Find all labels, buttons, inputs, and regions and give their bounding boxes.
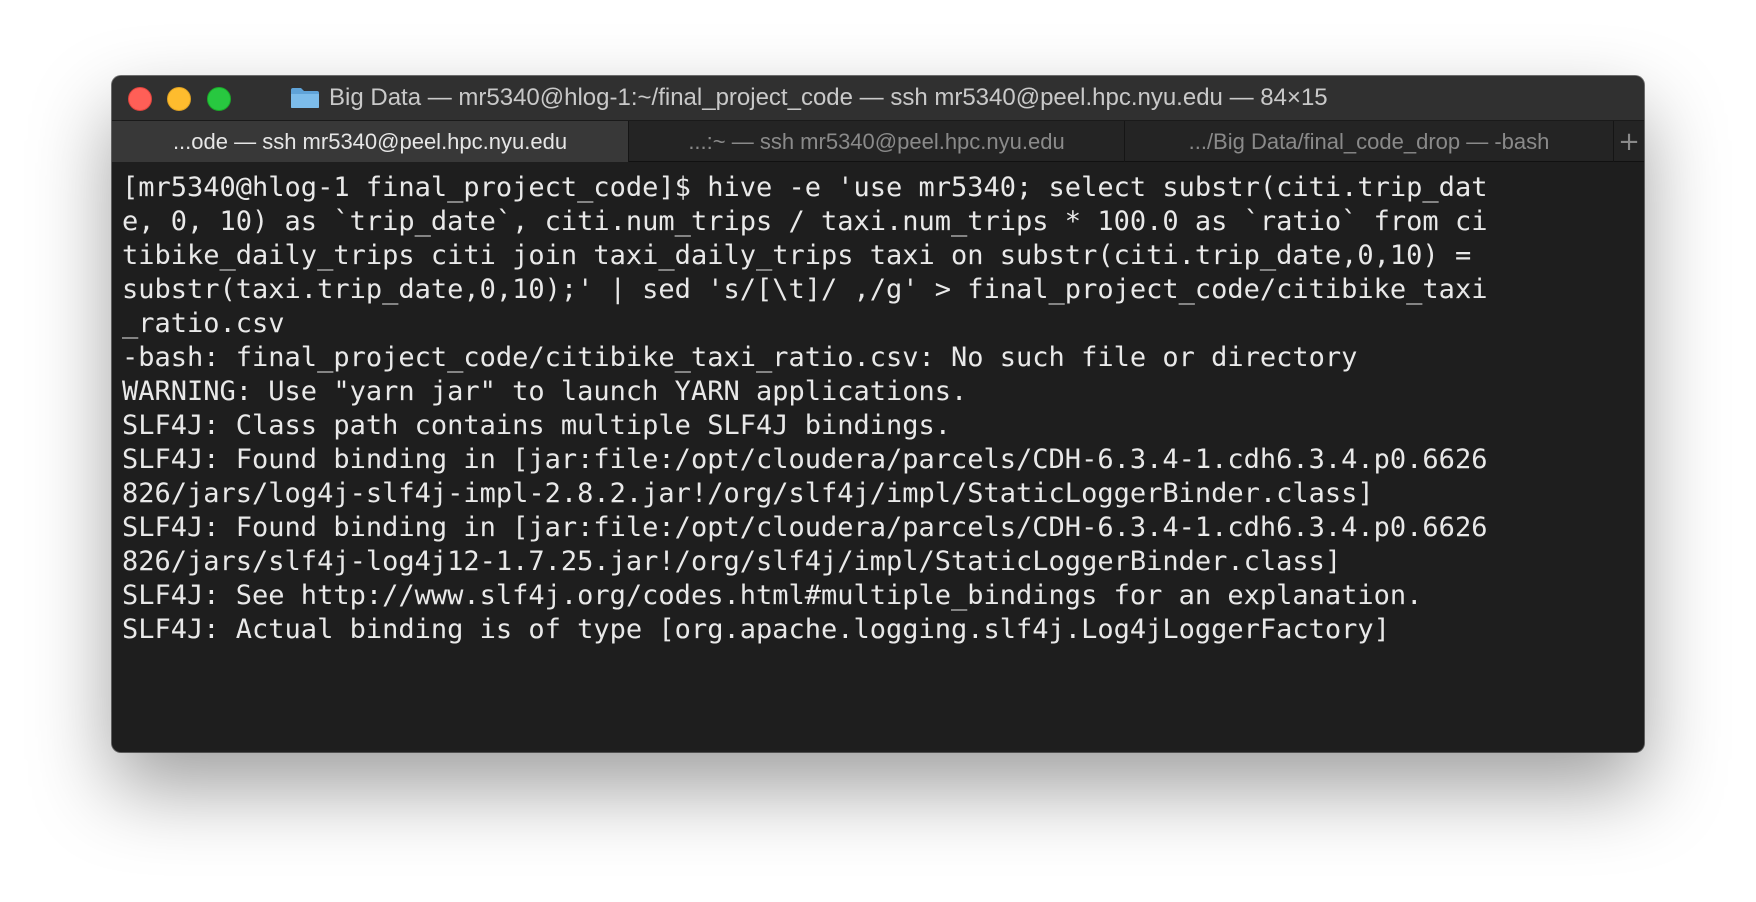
terminal-line: -bash: final_project_code/citibike_taxi_… <box>122 342 1358 373</box>
tab-bar: ...ode — ssh mr5340@peel.hpc.nyu.edu ...… <box>112 120 1644 162</box>
terminal-line: SLF4J: See http://www.slf4j.org/codes.ht… <box>122 580 1423 611</box>
terminal-line: 826/jars/slf4j-log4j12-1.7.25.jar!/org/s… <box>122 546 1342 577</box>
title-bar[interactable]: Big Data — mr5340@hlog-1:~/final_project… <box>112 76 1644 120</box>
folder-icon <box>291 88 319 108</box>
tab-final-code-drop[interactable]: .../Big Data/final_code_drop — -bash <box>1125 121 1614 162</box>
tab-label: ...:~ — ssh mr5340@peel.hpc.nyu.edu <box>688 128 1065 154</box>
terminal-line: SLF4J: Class path contains multiple SLF4… <box>122 410 952 441</box>
tab-label: ...ode — ssh mr5340@peel.hpc.nyu.edu <box>172 128 568 154</box>
tab-home[interactable]: ...:~ — ssh mr5340@peel.hpc.nyu.edu <box>629 121 1125 162</box>
plus-icon: + <box>1618 126 1640 157</box>
terminal-line: 826/jars/log4j-slf4j-impl-2.8.2.jar!/org… <box>122 478 1374 509</box>
terminal-line: substr(taxi.trip_date,0,10);' | sed 's/[… <box>122 274 1488 305</box>
window-title-group: Big Data — mr5340@hlog-1:~/final_project… <box>290 76 1328 120</box>
new-tab-button[interactable]: + <box>1614 121 1644 162</box>
terminal-line: WARNING: Use "yarn jar" to launch YARN a… <box>122 376 968 407</box>
close-button[interactable] <box>128 87 152 111</box>
maximize-button[interactable] <box>207 87 231 111</box>
tab-final-project-code[interactable]: ...ode — ssh mr5340@peel.hpc.nyu.edu <box>112 121 629 162</box>
terminal-line: SLF4J: Found binding in [jar:file:/opt/c… <box>122 512 1488 543</box>
terminal-line: e, 0, 10) as `trip_date`, citi.num_trips… <box>122 206 1488 237</box>
terminal-line: [mr5340@hlog-1 final_project_code]$ hive… <box>122 172 1488 203</box>
terminal-line: SLF4J: Actual binding is of type [org.ap… <box>122 614 1390 645</box>
terminal-line: _ratio.csv <box>122 308 285 339</box>
terminal-window: Big Data — mr5340@hlog-1:~/final_project… <box>112 76 1644 752</box>
terminal-line: SLF4J: Found binding in [jar:file:/opt/c… <box>122 444 1488 475</box>
tab-label: .../Big Data/final_code_drop — -bash <box>1188 128 1550 154</box>
minimize-button[interactable] <box>167 87 191 111</box>
terminal-line: tibike_daily_trips citi join taxi_daily_… <box>122 240 1472 271</box>
terminal-output[interactable]: [mr5340@hlog-1 final_project_code]$ hive… <box>112 162 1644 752</box>
window-title: Big Data — mr5340@hlog-1:~/final_project… <box>329 84 1328 111</box>
